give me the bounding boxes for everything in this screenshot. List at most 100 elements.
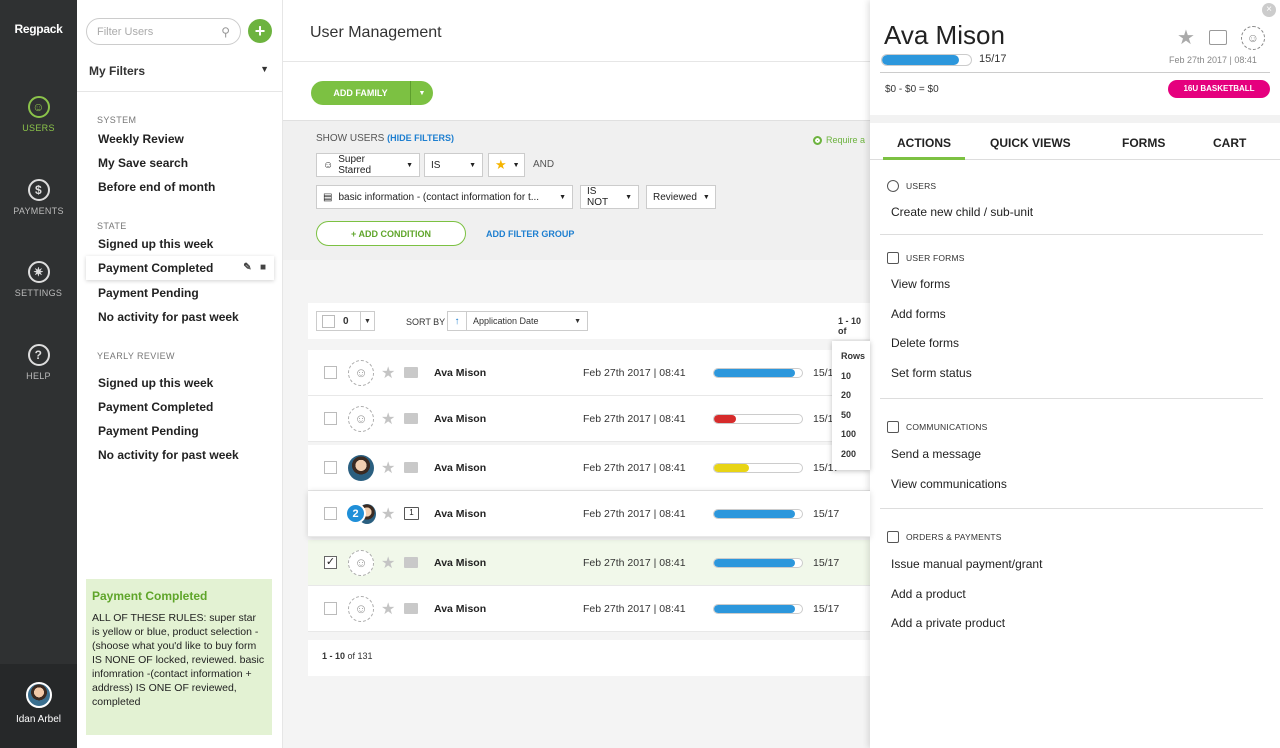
comment-icon[interactable] xyxy=(404,557,418,568)
row-checkbox[interactable] xyxy=(324,461,337,474)
tab-cart[interactable]: CART xyxy=(1213,136,1246,150)
nav-help[interactable]: ? HELP xyxy=(0,344,77,381)
action-issue-payment[interactable]: Issue manual payment/grant xyxy=(891,557,1042,571)
tab-actions[interactable]: ACTIONS xyxy=(897,136,951,150)
user-avatar[interactable] xyxy=(348,454,374,481)
action-delete-forms[interactable]: Delete forms xyxy=(891,336,959,350)
tab-forms[interactable]: FORMS xyxy=(1122,136,1165,150)
table-row[interactable]: 2 ★ 1 Ava Mison Feb 27th 2017 | 08:41 15/17 xyxy=(308,491,870,537)
filter-item-selected[interactable]: Payment Completed ✎ ■ xyxy=(86,256,274,280)
table-row[interactable]: ✓ ☺ ★ Ava Mison Feb 27th 2017 | 08:41 15/17 xyxy=(308,540,870,586)
caret-down-icon[interactable]: ▼ xyxy=(360,312,374,330)
rows-option[interactable]: 10 xyxy=(841,371,870,391)
action-view-forms[interactable]: View forms xyxy=(891,277,950,291)
nav-payments[interactable]: $ PAYMENTS xyxy=(0,179,77,216)
user-name[interactable]: Ava Mison xyxy=(434,413,486,425)
comment-icon[interactable] xyxy=(1208,30,1227,45)
action-add-private-product[interactable]: Add a private product xyxy=(891,616,1005,630)
filter-item[interactable]: Signed up this week xyxy=(98,237,213,251)
star-icon[interactable]: ★ xyxy=(1177,25,1195,50)
trash-icon[interactable]: ■ xyxy=(260,262,266,273)
star-icon[interactable]: ★ xyxy=(381,553,395,573)
filter-item[interactable]: Weekly Review xyxy=(98,132,184,146)
filter-item[interactable]: Signed up this week xyxy=(98,376,213,390)
table-row[interactable]: ☺ ★ Ava Mison Feb 27th 2017 | 08:41 15/17 xyxy=(308,350,870,396)
sort-field-select[interactable]: Application Date ▼ xyxy=(467,311,588,331)
my-filters-dropdown[interactable]: My Filters ▼ xyxy=(89,64,269,78)
select-all-control[interactable]: 0 ▼ xyxy=(316,311,375,331)
star-icon[interactable]: ★ xyxy=(381,504,395,524)
action-view-communications[interactable]: View communications xyxy=(891,477,1007,491)
condition-value-select[interactable]: Reviewed ▼ xyxy=(646,185,716,209)
add-filter-button[interactable]: + xyxy=(248,19,272,43)
action-add-forms[interactable]: Add forms xyxy=(891,307,946,321)
action-set-form-status[interactable]: Set form status xyxy=(891,366,972,380)
user-name[interactable]: Ava Mison xyxy=(434,367,486,379)
filter-item[interactable]: Payment Pending xyxy=(98,286,199,300)
family-count-badge[interactable]: 2 xyxy=(345,503,366,524)
filter-item[interactable]: My Save search xyxy=(98,156,188,170)
require-radio[interactable]: Require a xyxy=(813,135,865,146)
row-checkbox[interactable] xyxy=(324,507,337,520)
filter-item[interactable]: No activity for past week xyxy=(98,310,239,324)
avatar-placeholder-icon[interactable]: ☺ xyxy=(348,405,374,432)
rows-option[interactable]: 100 xyxy=(841,429,870,449)
user-name[interactable]: Ava Mison xyxy=(434,557,486,569)
rows-option[interactable]: 20 xyxy=(841,390,870,410)
condition-operator-select[interactable]: IS NOT ▼ xyxy=(580,185,639,209)
table-row[interactable]: ☺ ★ Ava Mison Feb 27th 2017 | 08:41 15/17 xyxy=(308,586,870,632)
table-row[interactable]: ★ Ava Mison Feb 27th 2017 | 08:41 15/17 xyxy=(308,445,870,491)
current-user[interactable]: Idan Arbel xyxy=(0,664,77,748)
action-send-message[interactable]: Send a message xyxy=(891,447,981,461)
filter-item[interactable]: Before end of month xyxy=(98,180,215,194)
condition-field-select[interactable]: ☺ Super Starred ▼ xyxy=(316,153,420,177)
star-value-select[interactable]: ★ ▼ xyxy=(488,153,525,177)
sort-direction-button[interactable]: ↑ xyxy=(447,311,467,331)
hide-filters-link[interactable]: (HIDE FILTERS) xyxy=(387,133,454,143)
nav-users[interactable]: ☺ USERS xyxy=(0,96,77,133)
rows-option[interactable]: 50 xyxy=(841,410,870,430)
comment-count-icon[interactable]: 1 xyxy=(404,507,419,520)
regpack-logo[interactable]: Regpack xyxy=(0,22,77,36)
add-filter-group-link[interactable]: ADD FILTER GROUP xyxy=(486,229,574,239)
comment-icon[interactable] xyxy=(404,367,418,378)
select-all-checkbox[interactable] xyxy=(322,314,335,328)
avatar-placeholder-icon[interactable]: ☺ xyxy=(348,549,374,576)
user-name[interactable]: Ava Mison xyxy=(434,462,486,474)
add-family-button[interactable]: ADD FAMILY ▼ xyxy=(311,81,433,105)
comment-icon[interactable] xyxy=(404,462,418,473)
row-checkbox[interactable]: ✓ xyxy=(324,556,337,569)
rows-option[interactable]: 200 xyxy=(841,449,870,469)
row-checkbox[interactable] xyxy=(324,602,337,615)
condition-operator-select[interactable]: IS ▼ xyxy=(424,153,483,177)
star-icon[interactable]: ★ xyxy=(381,409,395,429)
user-name[interactable]: Ava Mison xyxy=(434,603,486,615)
close-icon[interactable]: × xyxy=(1262,3,1276,17)
row-checkbox[interactable] xyxy=(324,366,337,379)
my-filters-label: My Filters xyxy=(89,64,146,78)
condition-field-select[interactable]: ▤ basic information - (contact informati… xyxy=(316,185,573,209)
table-row[interactable]: ☺ ★ Ava Mison Feb 27th 2017 | 08:41 15/17 xyxy=(308,396,870,442)
action-add-product[interactable]: Add a product xyxy=(891,587,966,601)
filter-item[interactable]: Payment Completed xyxy=(98,400,213,414)
group-tag-badge[interactable]: 16U BASKETBALL xyxy=(1168,80,1270,98)
user-name[interactable]: Ava Mison xyxy=(434,508,486,520)
user-icon[interactable]: ☺ xyxy=(1240,25,1265,50)
avatar-placeholder-icon[interactable]: ☺ xyxy=(348,359,374,386)
star-icon[interactable]: ★ xyxy=(381,363,395,383)
filter-item[interactable]: No activity for past week xyxy=(98,448,239,462)
avatar-placeholder-icon[interactable]: ☺ xyxy=(348,595,374,622)
comment-icon[interactable] xyxy=(404,413,418,424)
filter-users-input[interactable]: Filter Users ⚲ xyxy=(86,18,241,45)
nav-settings[interactable]: ✷ SETTINGS xyxy=(0,261,77,298)
comment-icon[interactable] xyxy=(404,603,418,614)
row-checkbox[interactable] xyxy=(324,412,337,425)
tab-quick-views[interactable]: QUICK VIEWS xyxy=(990,136,1071,150)
add-condition-button[interactable]: + ADD CONDITION xyxy=(316,221,466,246)
star-icon[interactable]: ★ xyxy=(381,599,395,619)
star-icon[interactable]: ★ xyxy=(381,458,395,478)
chevron-down-icon[interactable]: ▼ xyxy=(411,81,433,105)
filter-item[interactable]: Payment Pending xyxy=(98,424,199,438)
action-create-child[interactable]: Create new child / sub-unit xyxy=(891,205,1033,219)
edit-icon[interactable]: ✎ xyxy=(243,262,251,273)
